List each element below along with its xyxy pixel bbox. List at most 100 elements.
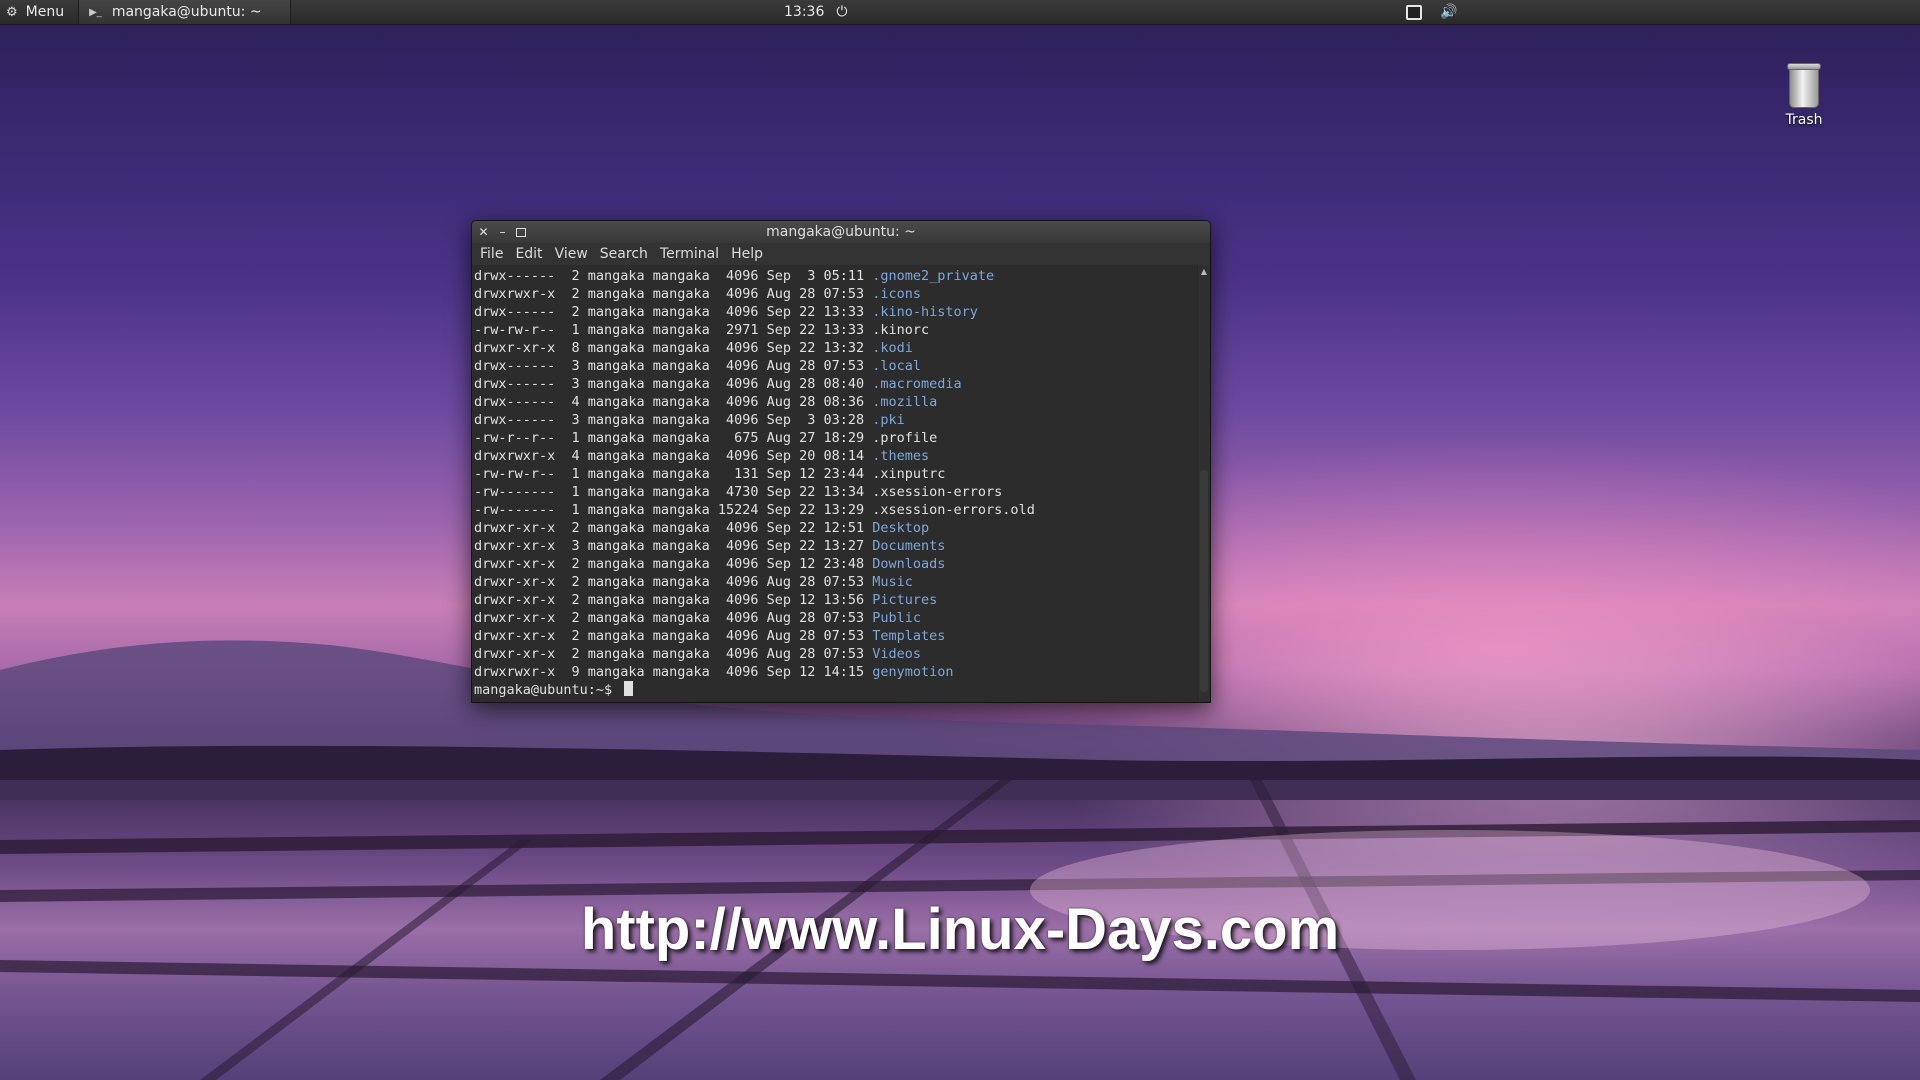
terminal-line: -rw------- 1 mangaka mangaka 4730 Sep 22… (474, 483, 1194, 501)
directory-name: .mozilla (872, 394, 938, 410)
terminal-line: drwxr-xr-x 8 mangaka mangaka 4096 Sep 22… (474, 339, 1194, 357)
maximize-icon[interactable] (516, 227, 526, 237)
terminal-line: drwx------ 2 mangaka mangaka 4096 Sep 22… (474, 303, 1194, 321)
prompt-line[interactable]: mangaka@ubuntu:~$ (474, 681, 1194, 699)
menu-label: Menu (25, 4, 65, 20)
menu-terminal[interactable]: Terminal (660, 246, 719, 262)
file-name: .xsession-errors.old (872, 502, 1035, 518)
directory-name: .gnome2_private (872, 268, 995, 284)
terminal-line: drwxrwxr-x 9 mangaka mangaka 4096 Sep 12… (474, 663, 1194, 681)
watermark-text: http://www.Linux-Days.com (580, 897, 1340, 962)
system-tray: 🔊 (1406, 0, 1457, 24)
file-meta: drwxr-xr-x 2 mangaka mangaka 4096 Sep 12… (474, 592, 873, 608)
close-icon[interactable]: ✕ (478, 226, 489, 238)
text-cursor (624, 681, 634, 696)
menu-bar: File Edit View Search Terminal Help (472, 243, 1210, 265)
terminal-line: drwx------ 3 mangaka mangaka 4096 Sep 3 … (474, 411, 1194, 429)
terminal-line: drwxr-xr-x 2 mangaka mangaka 4096 Aug 28… (474, 573, 1194, 591)
terminal-line: drwx------ 4 mangaka mangaka 4096 Aug 28… (474, 393, 1194, 411)
file-meta: -rw-rw-r-- 1 mangaka mangaka 2971 Sep 22… (474, 322, 873, 338)
scrollbar[interactable]: ▲ (1197, 265, 1210, 701)
terminal-line: -rw-rw-r-- 1 mangaka mangaka 131 Sep 12 … (474, 465, 1194, 483)
display-icon[interactable] (1406, 4, 1422, 20)
window-title: mangaka@ubuntu: ~ (766, 224, 916, 240)
terminal-line: drwxr-xr-x 2 mangaka mangaka 4096 Sep 12… (474, 591, 1194, 609)
terminal-line: -rw------- 1 mangaka mangaka 15224 Sep 2… (474, 501, 1194, 519)
file-meta: drwxr-xr-x 8 mangaka mangaka 4096 Sep 22… (474, 340, 873, 356)
directory-name: .icons (872, 286, 922, 302)
menu-button[interactable]: ⚙ Menu (0, 0, 78, 24)
file-meta: drwx------ 2 mangaka mangaka 4096 Sep 22… (474, 304, 873, 320)
terminal-line: drwxrwxr-x 2 mangaka mangaka 4096 Aug 28… (474, 285, 1194, 303)
terminal-line: drwx------ 3 mangaka mangaka 4096 Aug 28… (474, 375, 1194, 393)
clock-area: 13:36 ⏻ (784, 0, 847, 24)
terminal-line: drwx------ 3 mangaka mangaka 4096 Aug 28… (474, 357, 1194, 375)
terminal-line: drwxr-xr-x 2 mangaka mangaka 4096 Aug 28… (474, 645, 1194, 663)
window-titlebar[interactable]: ✕ – mangaka@ubuntu: ~ (472, 221, 1210, 243)
file-name: .xinputrc (872, 466, 946, 482)
terminal-line: drwxr-xr-x 2 mangaka mangaka 4096 Aug 28… (474, 627, 1194, 645)
terminal-line: drwxr-xr-x 2 mangaka mangaka 4096 Sep 12… (474, 555, 1194, 573)
terminal-icon: ▶_ (89, 6, 102, 18)
menu-view[interactable]: View (555, 246, 588, 262)
terminal-window: ✕ – mangaka@ubuntu: ~ File Edit View Sea… (471, 220, 1211, 703)
menu-help[interactable]: Help (731, 246, 763, 262)
menu-edit[interactable]: Edit (515, 246, 542, 262)
desktop: ⚙ Menu ▶_ mangaka@ubuntu: ~ 13:36 ⏻ 🔊 Tr… (0, 0, 1920, 1080)
file-meta: drwxrwxr-x 9 mangaka mangaka 4096 Sep 12… (474, 664, 873, 680)
file-meta: -rw------- 1 mangaka mangaka 4730 Sep 22… (474, 484, 873, 500)
terminal-output[interactable]: drwx------ 2 mangaka mangaka 4096 Sep 3 … (472, 265, 1210, 701)
file-meta: drwxr-xr-x 2 mangaka mangaka 4096 Aug 28… (474, 628, 873, 644)
scroll-up-icon[interactable]: ▲ (1198, 267, 1210, 276)
directory-name: Documents (872, 538, 946, 554)
top-panel: ⚙ Menu ▶_ mangaka@ubuntu: ~ 13:36 ⏻ 🔊 (0, 0, 1920, 25)
file-meta: drwx------ 3 mangaka mangaka 4096 Sep 3 … (474, 412, 873, 428)
directory-name: Public (872, 610, 922, 626)
directory-name: Templates (872, 628, 946, 644)
file-name: .xsession-errors (872, 484, 1003, 500)
ubuntu-logo-icon: ⚙ (6, 4, 18, 20)
volume-icon[interactable]: 🔊 (1440, 4, 1457, 20)
minimize-icon[interactable]: – (497, 226, 508, 238)
file-name: .profile (872, 430, 938, 446)
taskbar-item-terminal[interactable]: ▶_ mangaka@ubuntu: ~ (78, 0, 291, 24)
directory-name: Videos (872, 646, 922, 662)
file-meta: -rw-rw-r-- 1 mangaka mangaka 131 Sep 12 … (474, 466, 873, 482)
terminal-line: drwx------ 2 mangaka mangaka 4096 Sep 3 … (474, 267, 1194, 285)
menu-file[interactable]: File (480, 246, 503, 262)
file-meta: -rw-r--r-- 1 mangaka mangaka 675 Aug 27 … (474, 430, 873, 446)
terminal-line: drwxrwxr-x 4 mangaka mangaka 4096 Sep 20… (474, 447, 1194, 465)
file-meta: drwx------ 2 mangaka mangaka 4096 Sep 3 … (474, 268, 873, 284)
window-controls: ✕ – (478, 221, 526, 243)
menu-search[interactable]: Search (600, 246, 648, 262)
file-meta: drwxr-xr-x 2 mangaka mangaka 4096 Sep 22… (474, 520, 873, 536)
scrollbar-thumb[interactable] (1200, 470, 1208, 692)
directory-name: .pki (872, 412, 905, 428)
file-meta: drwx------ 3 mangaka mangaka 4096 Aug 28… (474, 376, 873, 392)
directory-name: .kino-history (872, 304, 978, 320)
file-meta: drwxrwxr-x 4 mangaka mangaka 4096 Sep 20… (474, 448, 873, 464)
terminal-line: -rw-r--r-- 1 mangaka mangaka 675 Aug 27 … (474, 429, 1194, 447)
file-meta: drwxr-xr-x 3 mangaka mangaka 4096 Sep 22… (474, 538, 873, 554)
directory-name: Pictures (872, 592, 938, 608)
clock[interactable]: 13:36 (784, 4, 824, 20)
directory-name: .kodi (872, 340, 913, 356)
file-meta: drwxr-xr-x 2 mangaka mangaka 4096 Sep 12… (474, 556, 873, 572)
file-meta: drwxr-xr-x 2 mangaka mangaka 4096 Aug 28… (474, 574, 873, 590)
directory-name: .local (872, 358, 922, 374)
directory-name: Downloads (872, 556, 946, 572)
trash-desktop-icon[interactable]: Trash (1770, 63, 1838, 128)
file-meta: drwx------ 4 mangaka mangaka 4096 Aug 28… (474, 394, 873, 410)
power-icon[interactable]: ⏻ (836, 4, 847, 20)
terminal-lines: drwx------ 2 mangaka mangaka 4096 Sep 3 … (474, 267, 1194, 699)
directory-name: .themes (872, 448, 930, 464)
directory-name: Music (872, 574, 913, 590)
file-meta: drwxrwxr-x 2 mangaka mangaka 4096 Aug 28… (474, 286, 873, 302)
terminal-line: drwxr-xr-x 2 mangaka mangaka 4096 Aug 28… (474, 609, 1194, 627)
shell-prompt: mangaka@ubuntu:~$ (474, 682, 621, 698)
directory-name: genymotion (872, 664, 954, 680)
trash-label: Trash (1785, 112, 1823, 128)
file-meta: drwxr-xr-x 2 mangaka mangaka 4096 Aug 28… (474, 610, 873, 626)
terminal-line: drwxr-xr-x 2 mangaka mangaka 4096 Sep 22… (474, 519, 1194, 537)
terminal-line: drwxr-xr-x 3 mangaka mangaka 4096 Sep 22… (474, 537, 1194, 555)
